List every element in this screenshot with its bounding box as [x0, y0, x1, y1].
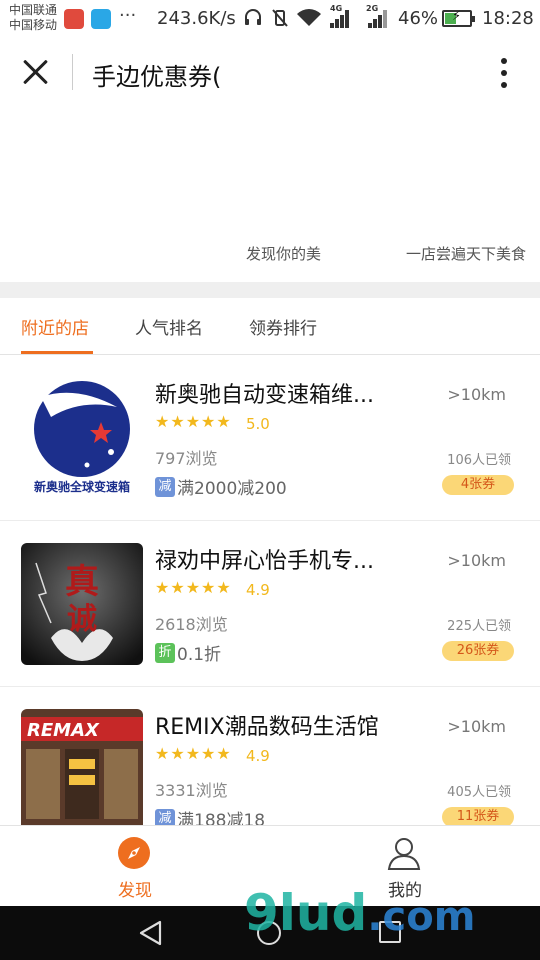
status-bar: 中国联通 中国移动 ··· 243.6K/s 4G 2G 46% ⚡ 18:28 [0, 0, 540, 40]
shop-list-item[interactable]: 新奥驰全球变速箱 新奥驰自动变速箱维... ★★★★★ 5.0 797浏览 减满… [0, 355, 540, 521]
star-rating: ★★★★★ [155, 412, 232, 431]
battery-percent: 46% [398, 8, 439, 29]
shop-logo: 新奥驰全球变速箱 [21, 377, 143, 499]
shop-logo: REMAX [21, 709, 143, 831]
shop-name: 新奥驰自动变速箱维... [155, 383, 374, 408]
rating-value: 4.9 [246, 747, 270, 765]
compass-icon [117, 836, 151, 870]
distance: >10km [447, 551, 506, 570]
more-vertical-icon[interactable] [497, 56, 511, 90]
claimed-count: 405人已领 [447, 785, 511, 800]
title-bar: 手边优惠券( [0, 40, 540, 106]
banner-caption-2[interactable]: 一店尝遍天下美食 [406, 243, 526, 264]
deal-info: 减满188减18 [155, 806, 265, 831]
clock: 18:28 [482, 8, 534, 29]
rating-value: 4.9 [246, 581, 270, 599]
netease-music-icon [64, 9, 84, 29]
close-icon[interactable] [20, 56, 52, 88]
view-count: 3331浏览 [155, 781, 228, 800]
watermark-main: 9lud [244, 884, 368, 942]
nav-discover-label: 发现 [118, 881, 152, 901]
claimed-count: 106人已领 [447, 453, 511, 468]
shop-name: REMIX潮品数码生活馆 [155, 715, 379, 740]
deal-text: 0.1折 [177, 645, 222, 665]
coupon-count-badge[interactable]: 11张券 [442, 807, 514, 827]
banner-carousel[interactable]: 发现你的美 一店尝遍天下美食 [0, 106, 540, 282]
shop-logo-text-2: 诚 [67, 602, 97, 637]
divider [72, 54, 73, 90]
section-divider [0, 282, 540, 298]
banner-caption-1[interactable]: 发现你的美 [246, 243, 321, 264]
signal-strength-1-icon [330, 10, 350, 28]
distance: >10km [447, 385, 506, 404]
deal-info: 折 0.1折 [155, 640, 221, 665]
shop-logo-text-1: 真 [65, 562, 99, 602]
signal-strength-2-icon [368, 10, 388, 28]
deal-info: 减满2000减200 [155, 474, 287, 499]
carrier-2: 中国移动 [9, 18, 58, 32]
shop-list-item[interactable]: 真 诚 禄劝中屏心怡手机专... ★★★★★ 4.9 2618浏览 折 0.1折 … [0, 521, 540, 687]
deal-text: 满2000减200 [177, 479, 287, 499]
battery-charging-icon: ⚡ [442, 9, 475, 27]
more-notifications-icon: ··· [119, 5, 137, 26]
tab-coupon-rank[interactable]: 领券排行 [249, 314, 317, 339]
tab-nearby[interactable]: 附近的店 [21, 314, 89, 339]
star-rating: ★★★★★ [155, 744, 232, 763]
distance: >10km [447, 717, 506, 736]
shop-logo: 真 诚 [21, 543, 143, 665]
shop-logo-text: 新奥驰全球变速箱 [34, 479, 130, 494]
coupon-count-badge[interactable]: 26张券 [442, 641, 514, 661]
star-rating: ★★★★★ [155, 578, 232, 597]
watermark: 9lud.com [244, 884, 475, 942]
vibrate-off-icon [270, 8, 290, 32]
view-count: 2618浏览 [155, 615, 228, 634]
claimed-count: 225人已领 [447, 619, 511, 634]
shop-name: 禄劝中屏心怡手机专... [155, 549, 374, 574]
active-tab-indicator [21, 351, 93, 354]
shop-logo-text: REMAX [27, 720, 100, 741]
network-speed: 243.6K/s [157, 8, 236, 29]
nav-discover[interactable]: 发现 [75, 826, 195, 907]
back-icon[interactable] [138, 920, 164, 950]
carrier-names: 中国联通 中国移动 [9, 3, 57, 33]
coupon-count-badge[interactable]: 4张券 [442, 475, 514, 495]
carrier-1: 中国联通 [9, 3, 58, 17]
wifi-icon [296, 8, 322, 32]
user-icon [387, 836, 421, 870]
headphones-icon [243, 8, 263, 32]
watermark-suffix: .com [367, 894, 476, 940]
page-title: 手边优惠券( [92, 63, 222, 91]
location-app-icon [91, 9, 111, 29]
tab-popular[interactable]: 人气排名 [135, 314, 203, 339]
deal-type-badge: 折 [155, 642, 175, 663]
view-count: 797浏览 [155, 449, 218, 468]
rating-value: 5.0 [246, 415, 270, 433]
tab-bar: 附近的店 人气排名 领券排行 [0, 298, 540, 355]
deal-type-badge: 减 [155, 476, 175, 497]
